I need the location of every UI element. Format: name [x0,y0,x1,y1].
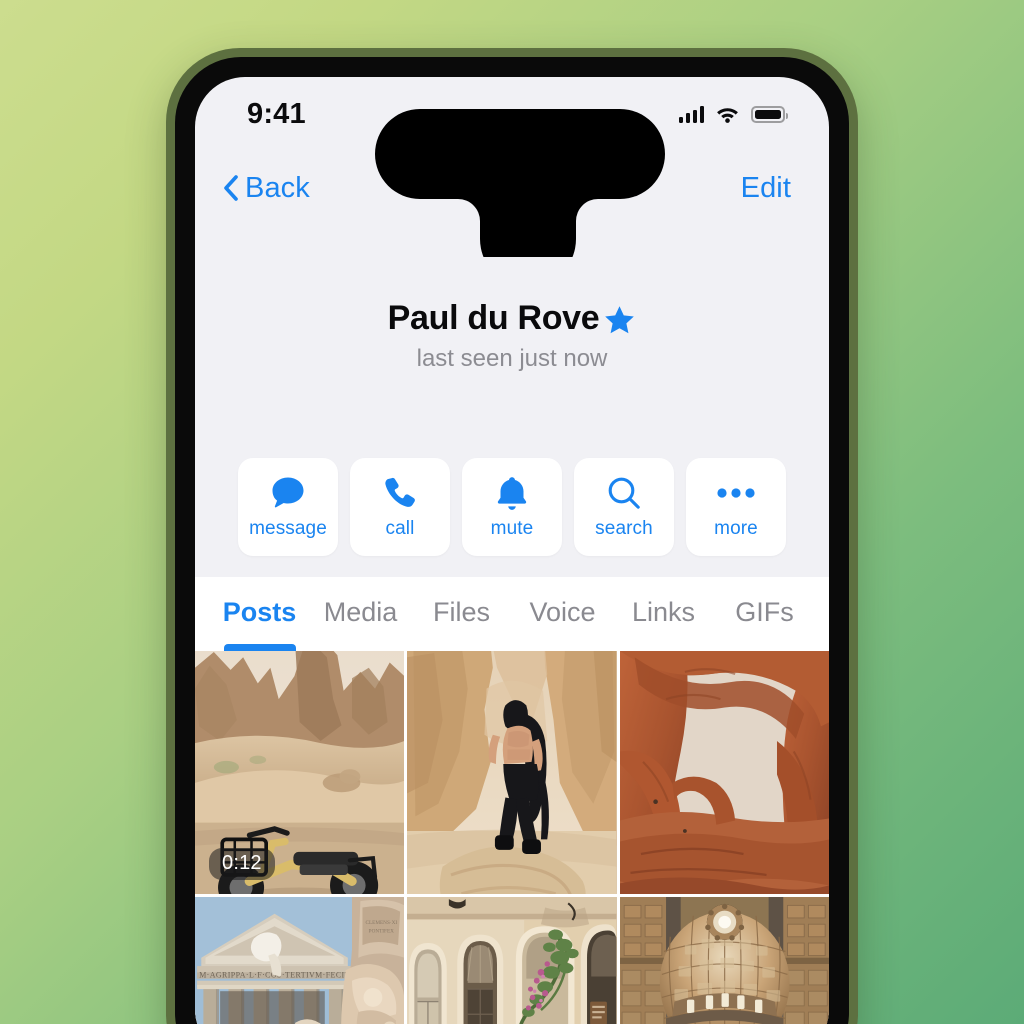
status-bar-indicators [678,105,788,123]
status-bar-clock: 9:41 [247,97,306,130]
tab-gifs[interactable]: GIFs [714,577,815,651]
phone-screen: 9:41 Back Edit Paul du Rove last seen ju… [195,77,829,1024]
media-grid: 0:12 M·AGRIPPA·L·F·COS·TERTIVM·FECIT CLE… [195,651,829,1024]
message-button[interactable]: message [238,458,338,556]
profile-header: Paul du Rove last seen just now [195,299,829,373]
tab-links[interactable]: Links [613,577,714,651]
svg-text:PONTIFEX: PONTIFEX [369,928,394,934]
navigation-bar: Back Edit [195,151,829,225]
wifi-icon [717,108,738,123]
search-button[interactable]: search [574,458,674,556]
media-cell-photo[interactable]: M·AGRIPPA·L·F·COS·TERTIVM·FECIT CLEMENS·… [195,896,405,1024]
arched-facade-thumbnail [407,896,617,1024]
profile-status: last seen just now [416,345,608,373]
edit-button[interactable]: Edit [741,172,791,205]
bell-icon [495,474,529,512]
media-cell-photo[interactable] [407,651,617,894]
cellular-signal-icon [678,105,704,123]
mute-button[interactable]: mute [462,458,562,556]
mute-button-label: mute [490,518,534,539]
profile-name: Paul du Rove [387,299,600,337]
ellipsis-icon [717,474,755,512]
video-duration-badge: 0:12 [209,847,275,880]
media-cell-photo[interactable] [407,896,617,1024]
media-cell-video[interactable]: 0:12 [195,651,405,894]
svg-text:CLEMENS·XI: CLEMENS·XI [365,920,397,926]
battery-full-icon [751,105,788,123]
desert-figure-thumbnail [407,651,617,894]
double-arch-thumbnail [619,651,829,894]
chevron-left-icon [224,175,238,201]
phone-frame: 9:41 Back Edit Paul du Rove last seen ju… [166,48,858,1024]
message-button-label: message [249,518,327,539]
tab-posts[interactable]: Posts [209,577,310,651]
tab-media[interactable]: Media [310,577,411,651]
call-button-label: call [385,518,415,539]
phone-bezel: 9:41 Back Edit Paul du Rove last seen ju… [175,57,849,1024]
magnifier-icon [606,474,642,512]
premium-star-icon [605,306,635,334]
more-button-label: more [714,518,758,539]
pantheon-thumbnail: M·AGRIPPA·L·F·COS·TERTIVM·FECIT CLEMENS·… [195,896,405,1024]
chat-bubble-icon [269,474,307,512]
call-button[interactable]: call [350,458,450,556]
action-button-row: message call mute search more [195,458,829,556]
more-button[interactable]: more [686,458,786,556]
status-bar: 9:41 [195,77,829,151]
search-button-label: search [595,518,653,539]
back-button[interactable]: Back [223,172,310,205]
tab-voice[interactable]: Voice [512,577,613,651]
media-cell-photo[interactable] [619,896,829,1024]
basilica-dome-thumbnail [619,896,829,1024]
tab-files[interactable]: Files [411,577,512,651]
media-cell-photo[interactable] [619,651,829,894]
back-button-label: Back [245,171,310,204]
profile-name-row: Paul du Rove [388,299,637,338]
phone-icon [382,474,418,512]
profile-tab-bar: Posts Media Files Voice Links GIFs [195,577,829,651]
